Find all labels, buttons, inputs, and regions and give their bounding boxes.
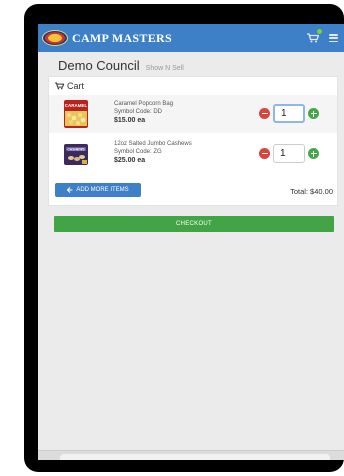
checkout-button[interactable]: CHECKOUT: [54, 216, 334, 232]
brand[interactable]: CAMP MASTERS: [42, 30, 172, 46]
cart-badge: [317, 29, 322, 34]
add-more-items-button[interactable]: ADD MORE ITEMS: [55, 183, 141, 197]
council-subtitle: Show N Sell: [145, 65, 184, 72]
item-name: Caramel Popcorn Bag: [114, 101, 174, 107]
product-image-popcorn: CARAMEL: [61, 99, 91, 129]
brand-name: CAMP MASTERS: [72, 30, 172, 45]
item-price: $25.00 ea: [114, 157, 146, 164]
cart-header-icon: [55, 82, 64, 90]
item-name: 12oz Salted Jumbo Cashews: [114, 141, 192, 147]
total-value: $40.00: [310, 187, 333, 196]
cart-item-info: Caramel Popcorn Bag Symbol Code: DD $15.…: [114, 100, 173, 125]
nav-actions: [307, 29, 338, 43]
cart-header-label: Cart: [67, 81, 85, 91]
quantity-stepper: [259, 144, 319, 163]
menu-icon[interactable]: [329, 34, 338, 42]
add-more-items-label: ADD MORE ITEMS: [76, 187, 129, 193]
browser-bottom-bar: [38, 450, 344, 460]
product-image-cashews: CASHEWS: [61, 139, 91, 169]
quantity-input[interactable]: [273, 104, 305, 123]
increase-quantity-button[interactable]: [308, 108, 319, 119]
camp-masters-logo-icon: [42, 30, 68, 46]
cart-total: Total: $40.00: [290, 187, 333, 196]
decrease-quantity-button[interactable]: [259, 108, 270, 119]
item-price: $15.00 ea: [114, 117, 146, 124]
cart-header: Cart: [55, 81, 84, 91]
cart-panel: Cart CARAMEL Caramel Popcorn Bag Symbol …: [48, 76, 338, 206]
address-bar[interactable]: [60, 454, 330, 460]
cart-icon[interactable]: [307, 29, 322, 43]
arrow-left-icon: [67, 187, 73, 193]
cart-item-row: CARAMEL Caramel Popcorn Bag Symbol Code:…: [49, 95, 337, 133]
item-code: Symbol Code: ZG: [114, 149, 162, 155]
quantity-stepper: [259, 104, 319, 123]
cart-item-info: 12oz Salted Jumbo Cashews Symbol Code: Z…: [114, 140, 192, 165]
navbar: CAMP MASTERS: [38, 24, 344, 52]
council-header: Demo Council Show N Sell: [58, 58, 184, 73]
item-code: Symbol Code: DD: [114, 109, 163, 115]
quantity-input[interactable]: [273, 144, 305, 163]
decrease-quantity-button[interactable]: [259, 148, 270, 159]
popcorn-thumb-label: CARAMEL: [65, 103, 88, 108]
cashews-thumb-label: CASHEWS: [67, 147, 85, 151]
increase-quantity-button[interactable]: [308, 148, 319, 159]
council-title: Demo Council: [58, 58, 140, 73]
app-screen: CAMP MASTERS Demo Council Show N Sell Ca…: [38, 24, 344, 460]
cart-item-row: CASHEWS 12oz Salted Jumbo Cashews Symbol…: [49, 135, 337, 173]
total-label: Total:: [290, 187, 309, 196]
